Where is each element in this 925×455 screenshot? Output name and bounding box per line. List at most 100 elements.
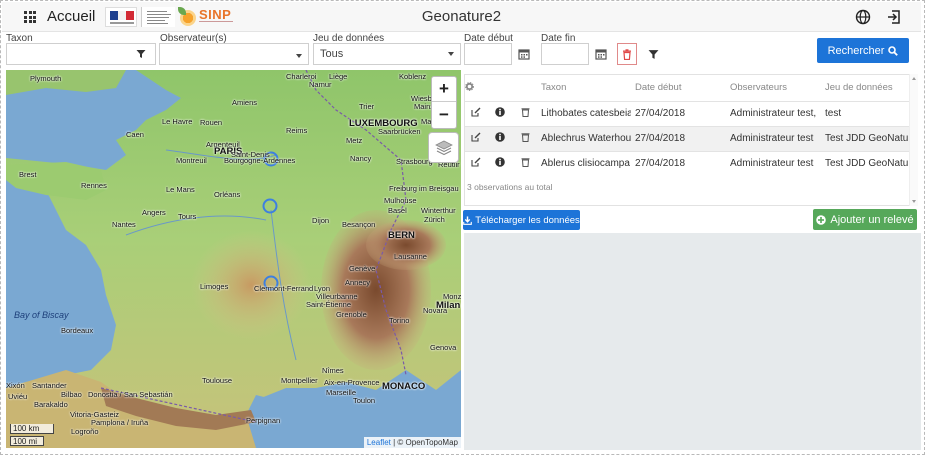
filter-icon [648,49,658,59]
city-label: Saarbrücken [378,127,421,136]
info-button[interactable] [487,150,513,176]
city-label: Montpellier [281,376,318,385]
city-label: Bilbao [61,390,82,399]
city-label: Santander [32,381,67,390]
info-icon [495,157,505,168]
trash-icon [521,108,529,117]
home-link[interactable]: Accueil [47,8,95,25]
city-label: Besançon [342,220,376,229]
date-cell: 27/04/2018 [631,100,726,126]
column-header[interactable]: Taxon [537,75,631,101]
city-label: Novara [423,306,448,315]
dataset-select[interactable]: Tous [313,43,461,65]
delete-button[interactable] [513,150,537,176]
info-button[interactable] [487,100,513,126]
city-label: Xixón [6,381,25,390]
apps-grid-icon[interactable] [24,11,36,23]
edit-button[interactable] [465,150,487,176]
city-label: Limoges [200,282,229,291]
download-data-button[interactable]: Télécharger les données [463,210,580,230]
city-label: Le Havre [162,117,193,126]
clear-filters-button[interactable] [617,43,637,65]
layers-button[interactable] [428,132,459,163]
taxon-filter-button[interactable] [127,44,155,64]
observers-cell: Administrateur test, [726,100,821,126]
logout-icon[interactable] [886,9,902,25]
city-label: Mulhouse [384,196,417,205]
city-label: Bordeaux [61,326,94,335]
search-button-label: Rechercher [827,44,885,57]
city-label: Namur [309,80,332,89]
city-label: Rouen [200,118,223,127]
city-label: Uviéu [8,392,28,401]
map-view[interactable]: Plymouth Charleroi Namur Liège Koblenz W… [6,70,461,448]
taxon-input[interactable] [6,43,156,65]
city-label: Tours [178,212,197,221]
globe-icon[interactable] [855,9,871,25]
ministry-logo [141,7,175,27]
leaflet-link[interactable]: Leaflet [367,438,391,447]
date-end-input[interactable] [541,43,589,65]
city-label: Donostia / San Sebastián [88,390,173,399]
sinp-logo: SINP [178,6,238,28]
city-label: Winterthur [421,206,456,215]
city-label: Brest [19,170,37,179]
date-cell: 27/04/2018 [631,150,726,176]
advanced-filter-button[interactable] [643,43,663,65]
table-row[interactable]: Ablerus clisiocampa 27/04/2018 Administr… [465,150,911,176]
date-cell: 27/04/2018 [631,125,726,151]
download-icon [463,215,473,225]
city-label: Plymouth [30,74,62,83]
city-label: Clermont-Ferrand [254,284,314,293]
zoom-in-button[interactable]: + [432,77,456,102]
taxon-cell: Lithobates catesbeiana [537,100,631,126]
observers-select[interactable] [159,43,309,65]
delete-button[interactable] [513,125,537,151]
city-label: Montreuil [176,156,207,165]
city-label: Genève [349,264,376,273]
city-label: Le Mans [166,185,195,194]
trash-icon [521,158,529,168]
column-header[interactable]: Observateurs [726,75,821,101]
edit-button[interactable] [465,100,487,126]
info-icon [495,107,505,117]
add-releve-button[interactable]: Ajouter un relevé [813,209,917,230]
column-header[interactable]: Date début [631,75,726,101]
table-row[interactable]: Lithobates catesbeiana 27/04/2018 Admini… [465,100,911,126]
city-label: Barakaldo [34,400,68,409]
zoom-out-button[interactable]: − [432,102,456,127]
table-row[interactable]: Ablechrus Waterhouse 27/04/2018 Administ… [465,125,911,151]
search-icon [888,45,899,56]
plus-circle-icon [816,214,827,225]
trash-icon [623,48,631,60]
table-scrollbar[interactable] [909,74,918,206]
edit-icon [471,132,481,142]
scale-bar-mi: 100 mi [10,436,44,446]
column-header[interactable]: Jeu de données [821,75,911,101]
layers-icon [434,140,453,155]
dataset-cell: Test JDD GeoNature [821,125,911,151]
city-label: Metz [346,136,363,145]
city-label: Liège [329,72,348,81]
zoom-control: + − [431,76,457,129]
observations-table: Taxon Date début Observateurs Jeu de don… [465,75,911,176]
edit-button[interactable] [465,125,487,151]
city-label: Aix-en-Provence [324,378,380,387]
city-label: Saint-Étienne [306,300,352,309]
dataset-cell: test [821,100,911,126]
city-label: Reims [286,126,308,135]
city-label: Koblenz [399,72,427,81]
settings-column-header[interactable] [465,75,487,101]
delete-button[interactable] [513,100,537,126]
calendar-icon [595,49,607,60]
sinp-logo-text: SINP [199,7,232,22]
date-start-calendar-button[interactable] [513,43,535,65]
chevron-down-icon [296,54,302,58]
city-label: Rennes [81,181,107,190]
date-end-calendar-button[interactable] [590,43,612,65]
date-start-input[interactable] [464,43,512,65]
search-button[interactable]: Rechercher [817,38,909,63]
dataset-cell: Test JDD GeoNature [821,150,911,176]
taxon-cell: Ablechrus Waterhouse [537,125,631,151]
info-button[interactable] [487,125,513,151]
